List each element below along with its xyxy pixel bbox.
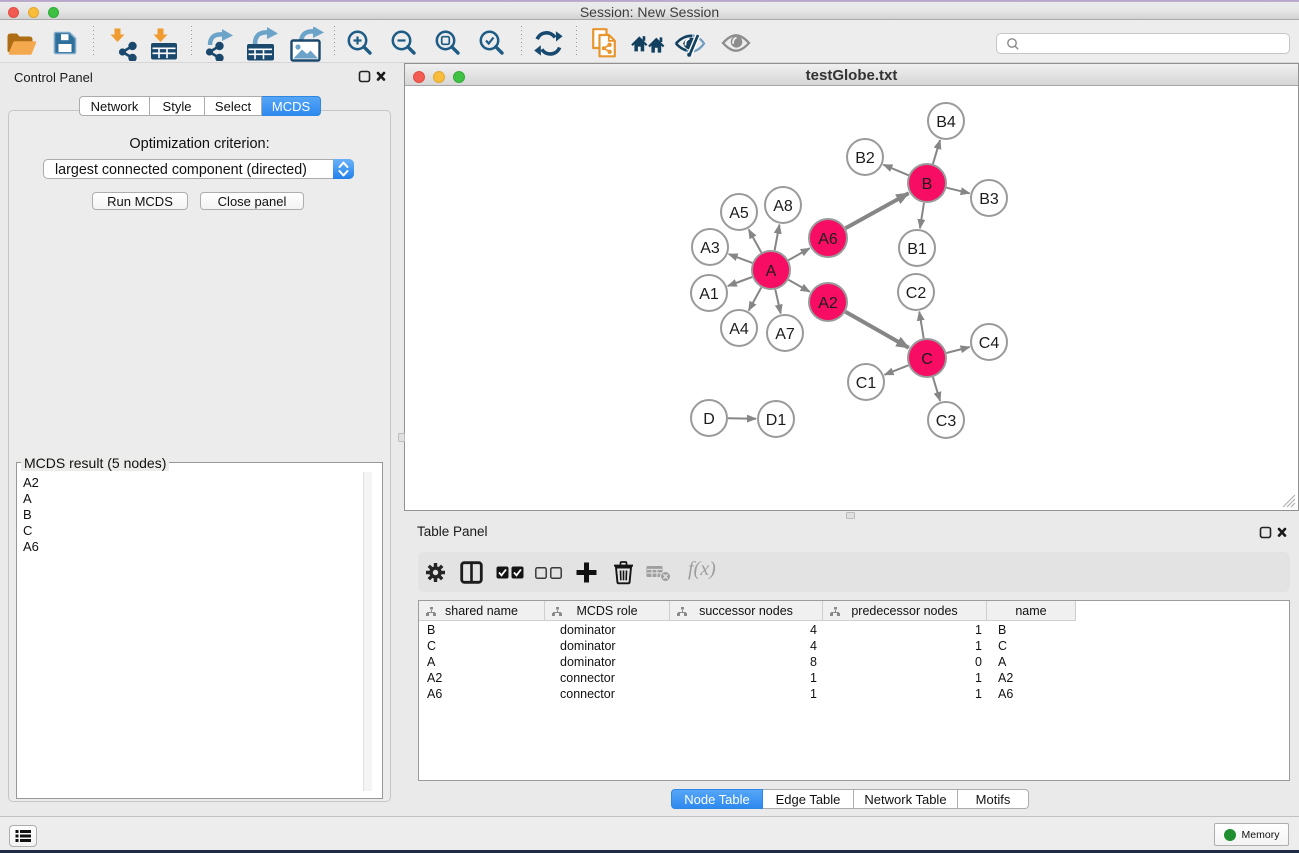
- svg-text:A4: A4: [729, 321, 749, 338]
- svg-text:D1: D1: [766, 412, 787, 429]
- svg-text:C4: C4: [979, 335, 1000, 352]
- svg-text:A5: A5: [729, 205, 749, 222]
- svg-text:B1: B1: [907, 241, 927, 258]
- svg-text:A3: A3: [700, 240, 720, 257]
- svg-text:B4: B4: [936, 114, 956, 131]
- svg-text:C3: C3: [936, 413, 957, 430]
- svg-text:C1: C1: [856, 375, 877, 392]
- svg-text:A: A: [766, 263, 777, 280]
- svg-text:B: B: [922, 176, 933, 193]
- svg-text:A8: A8: [773, 198, 793, 215]
- svg-text:D: D: [703, 411, 715, 428]
- svg-text:A6: A6: [818, 231, 838, 248]
- svg-text:A1: A1: [699, 286, 719, 303]
- svg-text:A7: A7: [775, 326, 795, 343]
- svg-text:C2: C2: [906, 285, 927, 302]
- svg-text:C: C: [921, 351, 933, 368]
- svg-text:B2: B2: [855, 150, 875, 167]
- svg-text:A2: A2: [818, 295, 838, 312]
- svg-text:B3: B3: [979, 191, 999, 208]
